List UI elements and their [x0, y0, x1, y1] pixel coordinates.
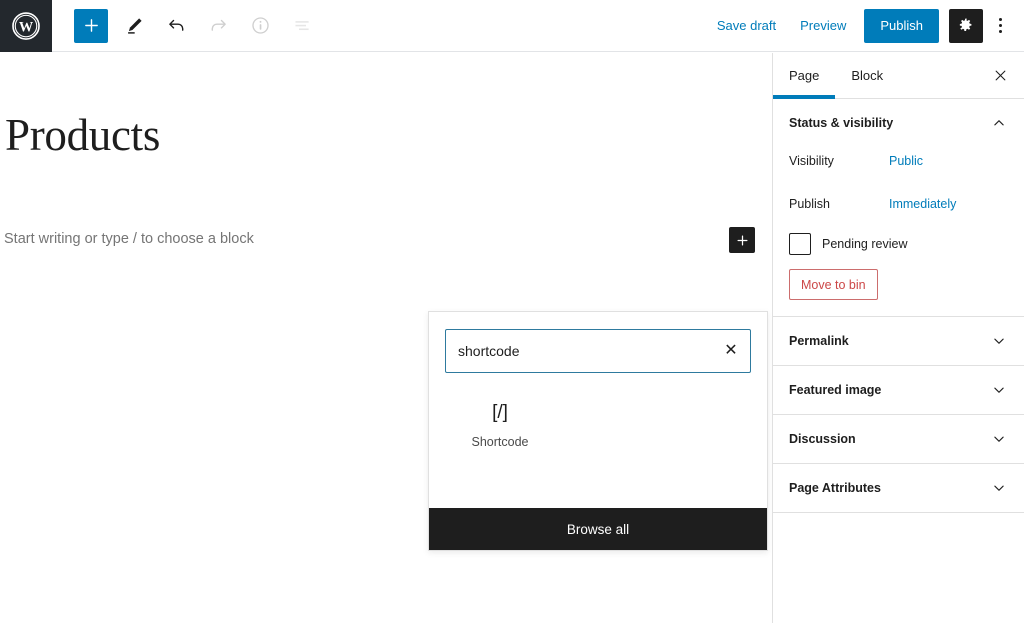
- move-to-bin-button[interactable]: Move to bin: [789, 269, 878, 300]
- search-input[interactable]: [446, 330, 750, 372]
- panel-title: Featured image: [789, 383, 881, 397]
- wordpress-logo-icon[interactable]: W: [0, 0, 52, 52]
- panel-title: Status & visibility: [789, 116, 893, 130]
- header-right-actions: Save draft Preview Publish: [705, 0, 1024, 52]
- block-inserter-popover: ✕ [/] Shortcode Browse all: [428, 311, 768, 551]
- panel-status-and-visibility-header[interactable]: Status & visibility: [773, 99, 1024, 147]
- inline-add-block-button[interactable]: [729, 227, 755, 253]
- header-left-tool-group: [52, 0, 318, 52]
- pending-review-label: Pending review: [822, 237, 907, 251]
- editor-canvas[interactable]: Products Start writing or type / to choo…: [0, 53, 772, 623]
- close-icon[interactable]: ✕: [720, 340, 742, 362]
- panel-title: Page Attributes: [789, 481, 881, 495]
- browse-all-button[interactable]: Browse all: [429, 508, 767, 550]
- panel-discussion-header[interactable]: Discussion: [773, 415, 1024, 463]
- row-visibility-value[interactable]: Public: [889, 154, 923, 168]
- post-title[interactable]: Products: [5, 111, 160, 161]
- tab-block[interactable]: Block: [835, 53, 899, 98]
- svg-text:W: W: [19, 19, 34, 35]
- panel-page-attributes-header[interactable]: Page Attributes: [773, 464, 1024, 512]
- settings-gear-button[interactable]: [949, 9, 983, 43]
- row-publish: Publish Immediately: [789, 190, 1008, 218]
- edit-mode-button[interactable]: [118, 10, 150, 42]
- ellipsis-vertical-icon: [999, 18, 1002, 33]
- inserter-results-grid: [/] Shortcode: [429, 373, 767, 450]
- chevron-down-icon: [990, 381, 1008, 399]
- redo-button[interactable]: [202, 10, 234, 42]
- publish-button[interactable]: Publish: [864, 9, 939, 43]
- shortcode-icon: [/]: [492, 401, 508, 423]
- chevron-down-icon: [990, 332, 1008, 350]
- details-button[interactable]: [244, 10, 276, 42]
- add-block-button[interactable]: [74, 9, 108, 43]
- row-publish-label: Publish: [789, 197, 889, 211]
- tab-page[interactable]: Page: [773, 53, 835, 98]
- chevron-down-icon: [990, 430, 1008, 448]
- pending-review-checkbox[interactable]: [789, 233, 811, 255]
- list-view-button[interactable]: [286, 10, 318, 42]
- close-sidebar-button[interactable]: [980, 56, 1020, 96]
- inserter-search-area: ✕: [429, 312, 767, 373]
- editor-header-toolbar: W: [0, 0, 1024, 52]
- wordpress-block-editor: W: [0, 0, 1024, 623]
- panel-featured-image-header[interactable]: Featured image: [773, 366, 1024, 414]
- panel-featured-image: Featured image: [773, 366, 1024, 415]
- row-visibility-label: Visibility: [789, 154, 889, 168]
- undo-button[interactable]: [160, 10, 192, 42]
- panel-permalink: Permalink: [773, 317, 1024, 366]
- panel-permalink-header[interactable]: Permalink: [773, 317, 1024, 365]
- panel-status-and-visibility-body: Visibility Public Publish Immediately Pe…: [773, 147, 1024, 316]
- row-publish-value[interactable]: Immediately: [889, 197, 956, 211]
- sidebar-tab-bar: Page Block: [773, 53, 1024, 99]
- inserter-search-field[interactable]: ✕: [445, 329, 751, 373]
- save-draft-button[interactable]: Save draft: [705, 13, 788, 38]
- chevron-up-icon: [990, 114, 1008, 132]
- row-pending-review: Pending review: [789, 233, 1008, 255]
- block-type-label: Shortcode: [472, 435, 529, 450]
- preview-button[interactable]: Preview: [788, 13, 858, 38]
- paragraph-block-placeholder[interactable]: Start writing or type / to choose a bloc…: [4, 228, 254, 251]
- block-type-shortcode[interactable]: [/] Shortcode: [463, 401, 537, 450]
- panel-status-and-visibility: Status & visibility Visibility Public Pu…: [773, 99, 1024, 317]
- chevron-down-icon: [990, 479, 1008, 497]
- row-visibility: Visibility Public: [789, 147, 1008, 175]
- panel-page-attributes: Page Attributes: [773, 464, 1024, 513]
- panel-discussion: Discussion: [773, 415, 1024, 464]
- more-options-button[interactable]: [985, 9, 1015, 43]
- settings-sidebar: Page Block Status & visibility Vi: [772, 53, 1024, 623]
- panel-title: Discussion: [789, 432, 856, 446]
- panel-title: Permalink: [789, 334, 849, 348]
